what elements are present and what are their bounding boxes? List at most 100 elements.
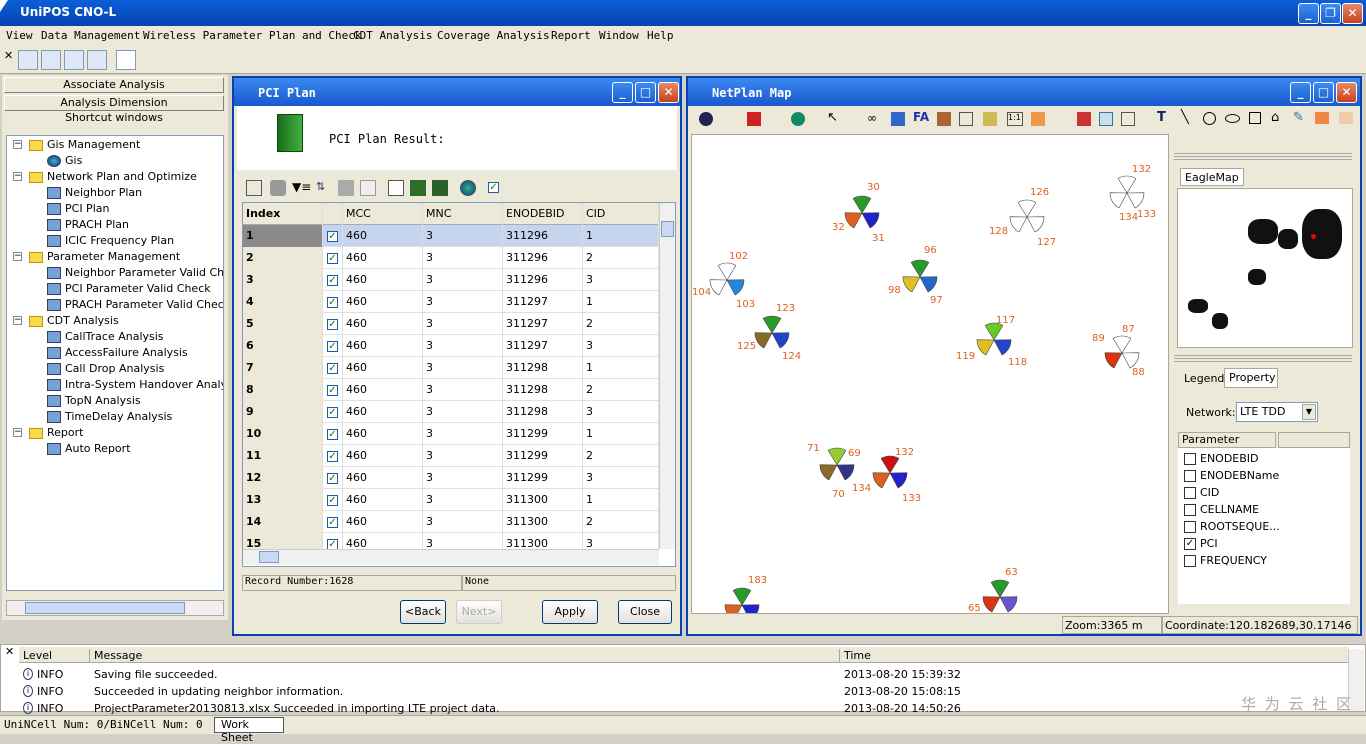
cell-check[interactable]: ✓ — [323, 467, 343, 489]
back-button[interactable]: <Back — [400, 600, 446, 624]
mail-icon[interactable] — [116, 50, 136, 70]
maximize-button[interactable]: ❐ — [1320, 3, 1341, 24]
tree-item-report[interactable]: Report — [29, 425, 83, 441]
menu-report[interactable]: Report — [551, 29, 591, 42]
log-row[interactable]: i INFO Saving file succeeded. 2013-08-20 15… — [19, 667, 1347, 683]
cell-sector[interactable] — [993, 339, 1012, 356]
cascade-icon[interactable] — [41, 50, 61, 70]
select-all-checkbox[interactable]: ✓ — [488, 182, 499, 193]
close-button[interactable]: ✕ — [1342, 3, 1363, 24]
menu-help[interactable]: Help — [647, 29, 674, 42]
col-mcc[interactable]: MCC — [343, 203, 423, 225]
cell-sector[interactable] — [726, 279, 745, 296]
associate-analysis-button[interactable]: Associate Analysis — [4, 77, 224, 93]
param-checkbox[interactable] — [1184, 521, 1196, 533]
line-tool-icon[interactable]: ╲ — [1181, 110, 1189, 125]
tree-item-cdt-analysis[interactable]: CDT Analysis — [29, 313, 119, 329]
cell-sector[interactable] — [1112, 335, 1132, 354]
settings-icon[interactable] — [937, 112, 951, 126]
cell-check[interactable]: ✓ — [323, 511, 343, 533]
close-dialog-button[interactable]: Close — [618, 600, 672, 624]
cell-sector[interactable] — [1117, 175, 1137, 194]
cell-check[interactable]: ✓ — [323, 489, 343, 511]
row-checkbox[interactable]: ✓ — [327, 274, 338, 286]
collapse-toggle[interactable]: − — [13, 428, 22, 437]
tree-item-timedelay-analysis[interactable]: TimeDelay Analysis — [47, 409, 172, 425]
log-col-level[interactable]: Level — [23, 649, 52, 662]
tab-legend[interactable]: Legend — [1180, 370, 1226, 388]
tile-horizontal-icon[interactable] — [64, 50, 84, 70]
table-row[interactable]: 7 460 3 311298 1 ✓ — [243, 357, 659, 379]
cell-sector[interactable] — [827, 447, 847, 466]
row-checkbox[interactable]: ✓ — [327, 538, 338, 550]
param-checkbox[interactable]: ✓ — [1184, 538, 1196, 550]
row-checkbox[interactable]: ✓ — [327, 428, 338, 440]
tree-item-prach-parameter-valid-check[interactable]: PRACH Parameter Valid Check — [47, 297, 223, 313]
binoculars-icon[interactable]: ∞ — [867, 111, 877, 125]
param-cellname[interactable]: CELLNAME — [1184, 503, 1259, 516]
cell-check[interactable]: ✓ — [323, 357, 343, 379]
eraser-icon[interactable] — [1315, 112, 1329, 124]
param-checkbox[interactable] — [1184, 555, 1196, 567]
collapse-toggle[interactable]: − — [13, 172, 22, 181]
tree-item-icic-frequency-plan[interactable]: ICIC Frequency Plan — [47, 233, 174, 249]
text-tool-icon[interactable]: T — [1157, 110, 1166, 125]
cell-check[interactable]: ✓ — [323, 335, 343, 357]
cell-sector[interactable] — [919, 276, 938, 293]
param-rootseque-[interactable]: ROOTSEQUE... — [1184, 520, 1280, 533]
table-row[interactable]: 11 460 3 311299 2 ✓ — [243, 445, 659, 467]
cell-sector[interactable] — [732, 587, 752, 606]
table-hscrollbar[interactable] — [243, 549, 659, 565]
table-row[interactable]: 1 460 3 311296 1 ✓ — [243, 225, 659, 247]
cell-sector[interactable] — [819, 464, 838, 481]
filter-icon[interactable]: ▼≡ — [292, 180, 311, 194]
cell-sector[interactable] — [1026, 216, 1045, 233]
tree-hscrollbar[interactable] — [6, 600, 224, 616]
table-row[interactable]: 6 460 3 311297 3 ✓ — [243, 335, 659, 357]
cell-sector[interactable] — [717, 262, 737, 281]
globe-icon[interactable] — [460, 180, 476, 196]
cell-sector[interactable] — [754, 332, 773, 349]
row-checkbox[interactable]: ✓ — [327, 384, 338, 396]
copy-icon[interactable] — [388, 180, 404, 196]
param-cid[interactable]: CID — [1184, 486, 1219, 499]
row-checkbox[interactable]: ✓ — [327, 494, 338, 506]
row-checkbox[interactable]: ✓ — [327, 252, 338, 264]
row-checkbox[interactable]: ✓ — [327, 318, 338, 330]
cell-check[interactable]: ✓ — [323, 225, 343, 247]
polygon-tool-icon[interactable]: ⌂ — [1271, 110, 1279, 125]
cell-sector[interactable] — [836, 464, 855, 481]
table-icon[interactable] — [360, 180, 376, 196]
cell-check[interactable]: ✓ — [323, 247, 343, 269]
cell-sector[interactable] — [861, 212, 880, 229]
cell-sector[interactable] — [990, 579, 1010, 598]
analysis-dimension-button[interactable]: Analysis Dimension — [4, 95, 224, 111]
col-index[interactable]: Index — [243, 203, 323, 225]
cell-sector[interactable] — [1017, 199, 1037, 218]
next-button[interactable]: Next> — [456, 600, 502, 624]
pci-minimize-button[interactable]: _ — [612, 82, 633, 103]
cell-sector[interactable] — [910, 259, 930, 278]
network-icon[interactable] — [18, 50, 38, 70]
row-checkbox[interactable]: ✓ — [327, 340, 338, 352]
tree-item-prach-plan[interactable]: PRACH Plan — [47, 217, 129, 233]
hammer-icon[interactable] — [270, 180, 286, 196]
tree-item-calltrace-analysis[interactable]: CallTrace Analysis — [47, 329, 164, 345]
rectangle-tool-icon[interactable] — [1249, 112, 1261, 124]
cell-sector[interactable] — [844, 212, 863, 229]
ellipse-tool-icon[interactable] — [1225, 114, 1240, 123]
map-canvas[interactable]: 30 32 31 126 128 127 132 134 133 102 104 103 96 98 97 1… — [691, 134, 1169, 614]
table-row[interactable]: 9 460 3 311298 3 ✓ — [243, 401, 659, 423]
tab-eaglemap[interactable]: EagleMap — [1180, 168, 1244, 186]
tree-item-neighbor-parameter-valid-check[interactable]: Neighbor Parameter Valid Check — [47, 265, 223, 281]
cell-sector[interactable] — [741, 604, 760, 614]
param-frequency[interactable]: FREQUENCY — [1184, 554, 1267, 567]
table-row[interactable]: 14 460 3 311300 2 ✓ — [243, 511, 659, 533]
sort-icon[interactable]: ⇅ — [316, 180, 325, 193]
layers-icon[interactable] — [891, 112, 905, 126]
param-enodebid[interactable]: ENODEBID — [1184, 452, 1259, 465]
tree-item-call-drop-analysis[interactable]: Call Drop Analysis — [47, 361, 164, 377]
close-icon[interactable]: ✕ — [4, 49, 13, 62]
edit-icon[interactable] — [1031, 112, 1045, 126]
pci-close-button[interactable]: ✕ — [658, 82, 679, 103]
